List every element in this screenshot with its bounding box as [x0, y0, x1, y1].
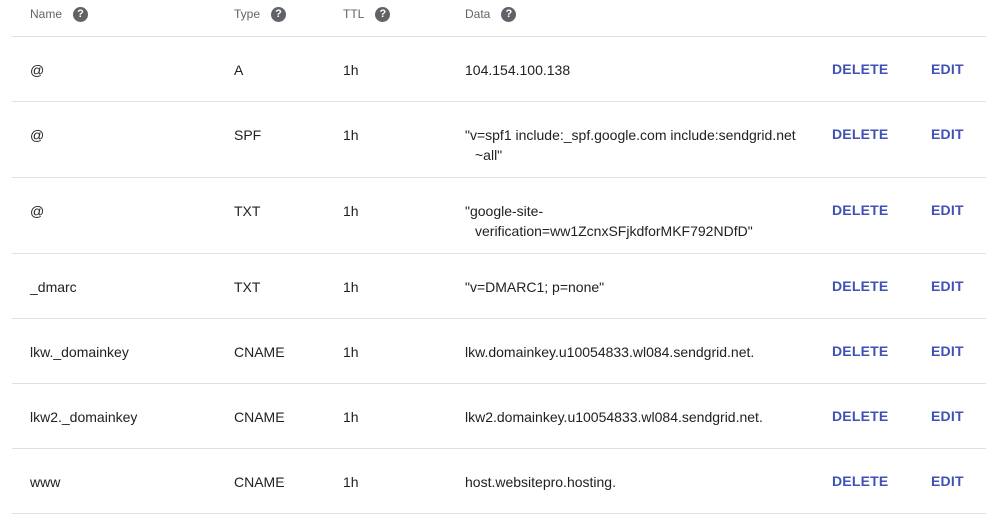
record-type: TXT — [234, 279, 261, 295]
record-data: "v=spf1 include:_spf.google.com include:… — [465, 125, 810, 165]
record-data: host.websitepro.hosting. — [465, 472, 810, 492]
delete-button[interactable]: DELETE — [832, 473, 888, 489]
table-row: @ A 1h 104.154.100.138 DELETE EDIT — [12, 37, 986, 102]
record-ttl: 1h — [343, 409, 359, 425]
table-row: @ SPF 1h "v=spf1 include:_spf.google.com… — [12, 102, 986, 178]
record-name: _dmarc — [30, 279, 77, 295]
record-ttl: 1h — [343, 203, 359, 219]
record-type: CNAME — [234, 474, 285, 490]
record-type: SPF — [234, 127, 262, 143]
record-name: lkw2._domainkey — [30, 409, 138, 425]
record-data-line2: ~all" — [475, 147, 503, 163]
record-data-line1: lkw.domainkey.u10054833.wl084.sendgrid.n… — [465, 344, 755, 360]
record-name: @ — [30, 62, 45, 78]
record-data: lkw.domainkey.u10054833.wl084.sendgrid.n… — [465, 342, 810, 362]
record-data: "v=DMARC1; p=none" — [465, 277, 810, 297]
record-data-line1: host.websitepro.hosting. — [465, 474, 616, 490]
table-row: lkw._domainkey CNAME 1h lkw.domainkey.u1… — [12, 319, 986, 384]
dns-records-table: Name ? Type ? TTL ? Data ? @ A 1h 104.15… — [0, 0, 1000, 514]
edit-button[interactable]: EDIT — [931, 202, 964, 218]
record-type: CNAME — [234, 409, 285, 425]
record-ttl: 1h — [343, 344, 359, 360]
record-data: 104.154.100.138 — [465, 60, 810, 80]
record-name: @ — [30, 127, 45, 143]
delete-button[interactable]: DELETE — [832, 278, 888, 294]
record-data-line1: "v=spf1 include:_spf.google.com include:… — [465, 127, 796, 143]
edit-button[interactable]: EDIT — [931, 126, 964, 142]
column-header-data: Data ? — [465, 5, 517, 23]
table-header: Name ? Type ? TTL ? Data ? — [12, 0, 986, 37]
edit-button[interactable]: EDIT — [931, 278, 964, 294]
record-name: lkw._domainkey — [30, 344, 129, 360]
help-icon[interactable]: ? — [73, 6, 89, 22]
column-header-type-label: Type — [234, 7, 261, 21]
record-data-line1: lkw2.domainkey.u10054833.wl084.sendgrid.… — [465, 409, 763, 425]
table-row: www CNAME 1h host.websitepro.hosting. DE… — [12, 449, 986, 514]
help-icon[interactable]: ? — [375, 6, 391, 22]
delete-button[interactable]: DELETE — [832, 408, 888, 424]
table-row: lkw2._domainkey CNAME 1h lkw2.domainkey.… — [12, 384, 986, 449]
record-data: "google-site- verification=ww1ZcnxSFjkdf… — [465, 201, 810, 241]
column-header-type: Type ? — [234, 5, 287, 23]
table-row: @ TXT 1h "google-site- verification=ww1Z… — [12, 178, 986, 254]
column-header-data-label: Data — [465, 7, 491, 21]
delete-button[interactable]: DELETE — [832, 202, 888, 218]
record-data-line1: 104.154.100.138 — [465, 62, 571, 78]
record-name: www — [30, 474, 61, 490]
column-header-name-label: Name — [30, 7, 63, 21]
column-header-name: Name ? — [30, 5, 89, 23]
column-header-ttl: TTL ? — [343, 5, 391, 23]
delete-button[interactable]: DELETE — [832, 126, 888, 142]
edit-button[interactable]: EDIT — [931, 408, 964, 424]
record-type: TXT — [234, 203, 261, 219]
edit-button[interactable]: EDIT — [931, 473, 964, 489]
record-data-line2: verification=ww1ZcnxSFjkdforMKF792NDfD" — [475, 223, 753, 239]
record-name: @ — [30, 203, 45, 219]
record-data-line1: "v=DMARC1; p=none" — [465, 279, 605, 295]
column-header-ttl-label: TTL — [343, 7, 365, 21]
record-type: CNAME — [234, 344, 285, 360]
record-type: A — [234, 62, 244, 78]
edit-button[interactable]: EDIT — [931, 61, 964, 77]
delete-button[interactable]: DELETE — [832, 61, 888, 77]
record-ttl: 1h — [343, 279, 359, 295]
help-icon[interactable]: ? — [271, 6, 287, 22]
edit-button[interactable]: EDIT — [931, 343, 964, 359]
help-icon[interactable]: ? — [501, 6, 517, 22]
record-ttl: 1h — [343, 474, 359, 490]
record-ttl: 1h — [343, 127, 359, 143]
record-data: lkw2.domainkey.u10054833.wl084.sendgrid.… — [465, 407, 810, 427]
record-data-line1: "google-site- — [465, 203, 544, 219]
delete-button[interactable]: DELETE — [832, 343, 888, 359]
table-row: _dmarc TXT 1h "v=DMARC1; p=none" DELETE … — [12, 254, 986, 319]
record-ttl: 1h — [343, 62, 359, 78]
